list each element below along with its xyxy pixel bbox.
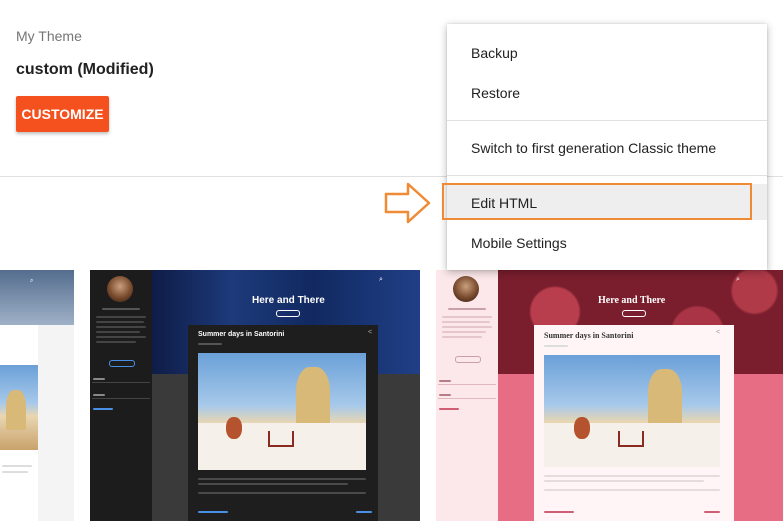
thumbnail-photo xyxy=(0,365,38,450)
annotation-highlight-box xyxy=(442,183,752,220)
avatar xyxy=(453,276,479,302)
search-icon: ⌕ xyxy=(736,276,740,283)
menu-item-restore[interactable]: Restore xyxy=(447,74,767,110)
menu-item-label: Switch to first generation Classic theme xyxy=(471,140,717,156)
post-title: Summer days in Santorini xyxy=(198,331,285,338)
my-theme-label: My Theme xyxy=(16,28,82,44)
post-title: Summer days in Santorini xyxy=(544,331,634,340)
theme-name: custom (Modified) xyxy=(16,61,154,78)
blog-title: Here and There xyxy=(252,295,325,306)
menu-divider xyxy=(447,175,767,176)
menu-item-mobile-settings[interactable]: Mobile Settings xyxy=(447,224,767,260)
search-icon: ⌕ xyxy=(379,276,383,283)
theme-thumbnail-dark[interactable]: Here and There ⌕ Summer days in Santorin… xyxy=(90,270,420,521)
search-icon: ⌕ xyxy=(30,278,34,284)
thumbnail-post-card xyxy=(0,325,38,521)
thumbnail-sidebar xyxy=(436,270,498,521)
menu-item-switch-classic[interactable]: Switch to first generation Classic theme xyxy=(447,129,767,165)
share-icon: < xyxy=(716,329,721,336)
customize-button[interactable]: CUSTOMIZE xyxy=(16,96,109,132)
thumbnail-photo xyxy=(544,355,720,467)
thumbnail-hero xyxy=(0,270,74,325)
avatar xyxy=(107,276,133,302)
thumbnail-post-card: Summer days in Santorini < xyxy=(188,325,378,521)
menu-divider xyxy=(447,120,767,121)
theme-thumbnail-red[interactable]: Here and There ⌕ Summer days in Santorin… xyxy=(436,270,783,521)
theme-thumbnail-partial[interactable]: ⌕ xyxy=(0,270,74,521)
thumbnail-post-card: Summer days in Santorini < xyxy=(534,325,734,521)
annotation-arrow-icon xyxy=(384,182,431,224)
share-icon: < xyxy=(368,329,373,336)
theme-options-menu: Backup Restore Switch to first generatio… xyxy=(447,24,767,270)
menu-item-backup[interactable]: Backup xyxy=(447,34,767,70)
menu-item-label: Backup xyxy=(471,45,518,61)
blog-title: Here and There xyxy=(598,295,666,306)
thumbnail-sidebar xyxy=(90,270,152,521)
menu-item-label: Restore xyxy=(471,85,521,101)
thumbnail-photo xyxy=(198,353,366,470)
menu-item-label: Mobile Settings xyxy=(471,235,567,251)
